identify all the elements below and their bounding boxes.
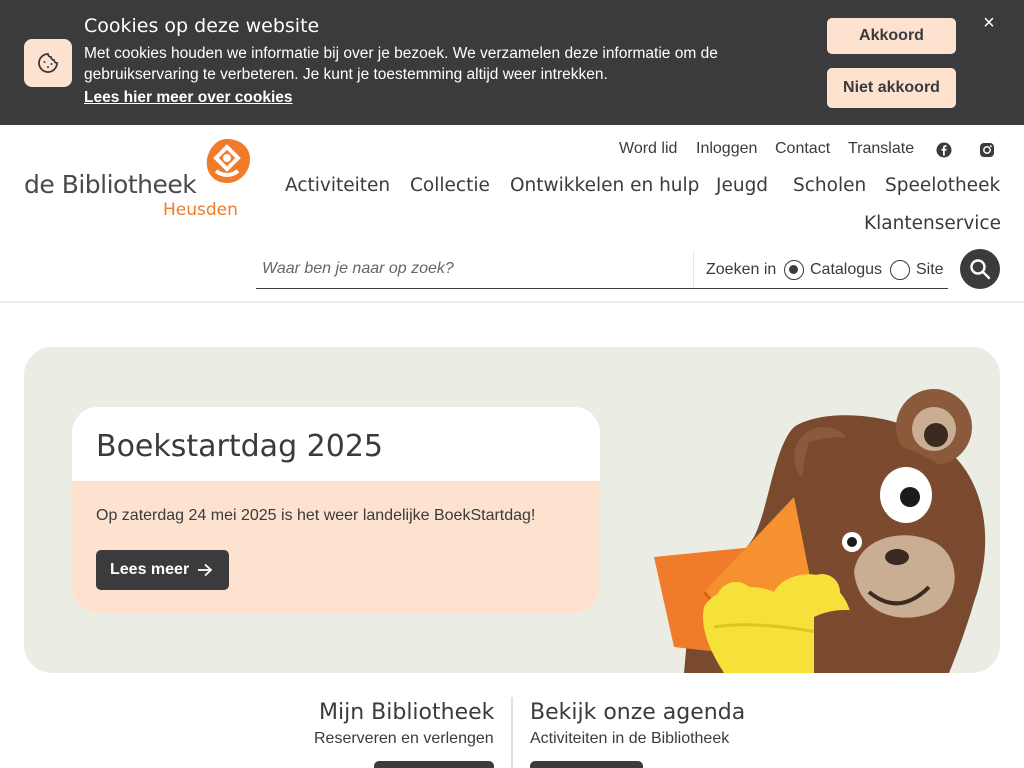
translate-link[interactable]: Translate: [848, 140, 914, 158]
agenda-title[interactable]: Bekijk onze agenda: [530, 700, 745, 725]
search-scope-label: Zoeken in: [706, 261, 777, 278]
close-icon[interactable]: ×: [980, 12, 998, 34]
logo-mark-icon: [206, 139, 250, 183]
nav-klantenservice[interactable]: Klantenservice: [864, 213, 1001, 234]
search-bar: Zoeken in Catalogus Site: [256, 250, 948, 289]
login-link[interactable]: Inloggen: [696, 140, 757, 158]
word-lid-link[interactable]: Word lid: [619, 140, 677, 158]
mijn-bibliotheek-button[interactable]: [374, 761, 494, 768]
arrow-right-icon: [198, 563, 213, 577]
hero-text: Op zaterdag 24 mei 2025 is het weer land…: [96, 507, 536, 524]
logo-text: de Bibliotheek: [24, 170, 197, 199]
hero-card: Boekstartdag 2025 Op zaterdag 24 mei 202…: [72, 407, 600, 613]
read-more-label: Lees meer: [110, 561, 190, 578]
cookie-info-link[interactable]: Lees hier meer over cookies: [84, 89, 293, 107]
agenda-button[interactable]: [530, 761, 643, 768]
header-divider: [0, 301, 1024, 303]
agenda-subtitle: Activiteiten in de Bibliotheek: [530, 730, 730, 747]
mijn-bibliotheek-title[interactable]: Mijn Bibliotheek: [319, 700, 494, 725]
radio-site-label[interactable]: Site: [916, 261, 944, 279]
search-icon: [970, 259, 991, 280]
radio-catalogus[interactable]: [784, 260, 804, 280]
cookie-banner: Cookies op deze website Met cookies houd…: [0, 0, 1024, 125]
radio-site[interactable]: [890, 260, 910, 280]
nav-ontwikkelen-en-hulp[interactable]: Ontwikkelen en hulp: [510, 175, 699, 196]
cookie-title: Cookies op deze website: [84, 15, 320, 37]
search-input[interactable]: [256, 250, 692, 288]
search-button[interactable]: [960, 249, 1000, 289]
search-scope: Zoeken in Catalogus Site: [693, 250, 948, 288]
instagram-icon[interactable]: [979, 142, 995, 158]
nav-scholen[interactable]: Scholen: [793, 175, 866, 196]
hero-title: Boekstartdag 2025: [96, 429, 383, 464]
cookie-icon: [24, 39, 72, 87]
decline-cookies-button[interactable]: Niet akkoord: [827, 68, 956, 108]
contact-link[interactable]: Contact: [775, 140, 830, 158]
logo-location: Heusden: [163, 200, 238, 220]
nav-jeugd[interactable]: Jeugd: [716, 175, 768, 196]
nav-activiteiten[interactable]: Activiteiten: [285, 175, 390, 196]
bear-reading-illustration: [654, 389, 986, 673]
facebook-icon[interactable]: [936, 142, 952, 158]
column-divider: [511, 697, 513, 768]
radio-catalogus-label[interactable]: Catalogus: [810, 261, 882, 279]
read-more-button[interactable]: Lees meer: [96, 550, 229, 590]
accept-cookies-button[interactable]: Akkoord: [827, 18, 956, 54]
mijn-bibliotheek-subtitle: Reserveren en verlengen: [314, 730, 494, 747]
nav-speelotheek[interactable]: Speelotheek: [885, 175, 1000, 196]
hero-card-header: Boekstartdag 2025: [72, 407, 600, 481]
cookie-text: Met cookies houden we informatie bij ove…: [84, 45, 718, 83]
nav-collectie[interactable]: Collectie: [410, 175, 490, 196]
library-logo[interactable]: de Bibliotheek Heusden: [24, 137, 254, 223]
hero-banner: Boekstartdag 2025 Op zaterdag 24 mei 202…: [24, 347, 1000, 673]
